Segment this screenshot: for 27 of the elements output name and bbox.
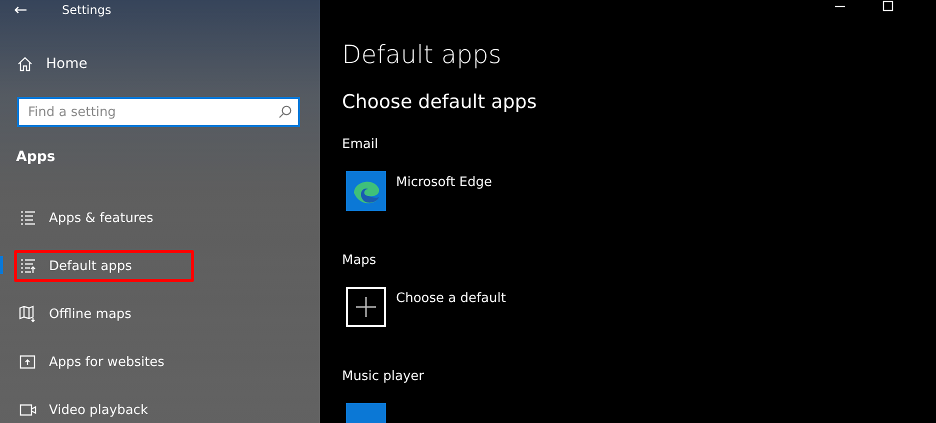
search-field[interactable]: Find a setting — [17, 97, 300, 127]
app-name[interactable]: Microsoft Edge — [396, 175, 492, 190]
edge-icon — [346, 171, 386, 211]
category-label: Maps — [342, 253, 378, 268]
list-arrow-icon — [19, 257, 37, 275]
sidebar-item[interactable]: Video playback — [14, 394, 194, 423]
search-icon — [278, 105, 292, 119]
section-heading: Apps — [16, 149, 56, 165]
maximize-icon — [882, 0, 894, 12]
home-icon — [17, 56, 33, 72]
plus-icon — [355, 296, 377, 318]
sidebar-item[interactable]: Apps for websites — [14, 346, 194, 378]
sidebar-item[interactable]: Offline maps — [14, 298, 194, 330]
category-label: Music player — [342, 369, 425, 384]
section-title: Choose default apps — [342, 91, 538, 113]
list-icon — [19, 209, 37, 227]
home-link[interactable]: Home — [17, 56, 320, 72]
window-title: Settings — [62, 2, 112, 16]
window-arrow-icon — [19, 353, 37, 371]
add-button[interactable] — [346, 287, 386, 327]
category-label: Email — [342, 137, 380, 152]
app-name[interactable]: Choose a default — [396, 291, 506, 306]
back-button[interactable]: ← — [14, 0, 62, 19]
map-icon — [19, 305, 37, 323]
sidebar-item[interactable]: Apps & features — [14, 202, 194, 234]
sidebar-item[interactable]: Default apps — [14, 250, 194, 282]
page-title: Default apps — [342, 40, 502, 69]
